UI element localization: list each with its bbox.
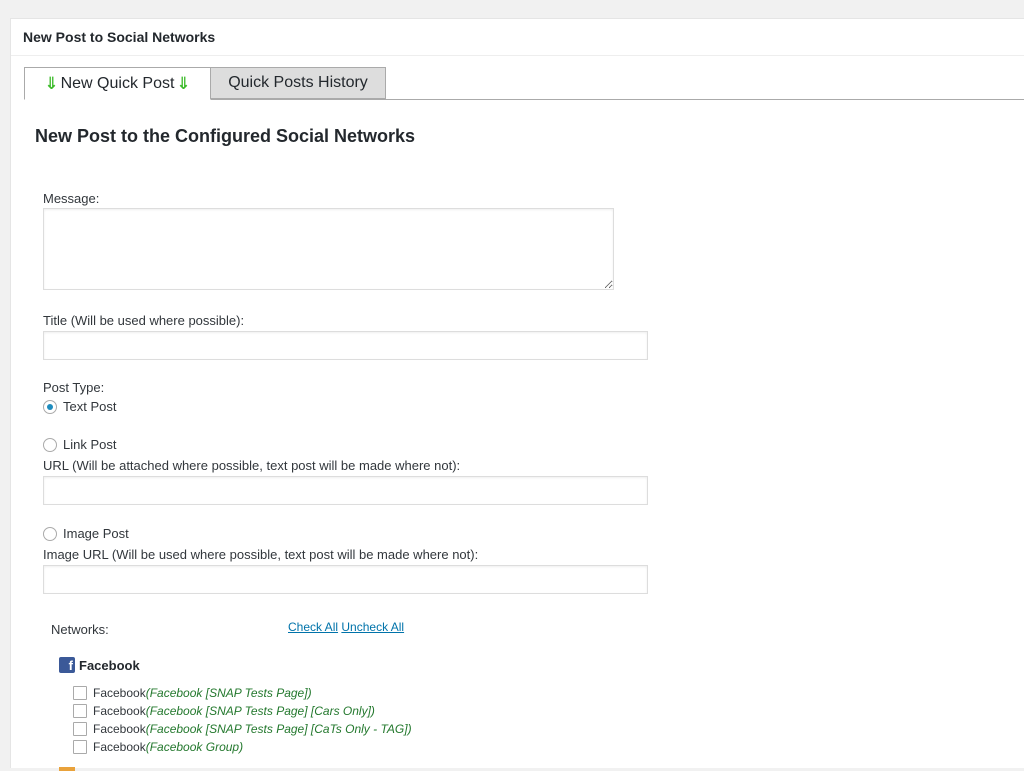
- tab-label: New Quick Post: [60, 74, 175, 92]
- account-detail: (Facebook [SNAP Tests Page] [Cars Only]): [145, 704, 375, 718]
- check-links: Check All Uncheck All: [288, 620, 404, 634]
- networks-label: Networks:: [51, 622, 109, 637]
- quick-post-panel: New Post to Social Networks ⇓ New Quick …: [10, 18, 1024, 771]
- facebook-label: Facebook: [79, 657, 140, 673]
- facebook-account-row[interactable]: Facebook (Facebook [SNAP Tests Page] [Ca…: [73, 722, 412, 736]
- post-type-link-option[interactable]: Link Post: [43, 437, 116, 452]
- image-post-radio[interactable]: [43, 526, 57, 541]
- down-double-arrow-icon: ⇓: [176, 73, 191, 93]
- account-detail: (Facebook [SNAP Tests Page] [CaTs Only -…: [145, 722, 412, 736]
- image-post-label: Image Post: [63, 526, 129, 541]
- tab-label: Quick Posts History: [228, 74, 368, 91]
- post-type-image-option[interactable]: Image Post: [43, 526, 129, 541]
- facebook-icon: f: [59, 657, 75, 673]
- text-post-label: Text Post: [63, 399, 117, 414]
- title-input[interactable]: [43, 331, 648, 360]
- url-input[interactable]: [43, 476, 648, 505]
- account-name: Facebook: [93, 686, 146, 700]
- account-checkbox[interactable]: [73, 722, 87, 736]
- text-post-radio[interactable]: [43, 399, 57, 414]
- account-name: Facebook: [93, 740, 146, 754]
- panel-divider: [11, 55, 1024, 56]
- tab-new-quick-post[interactable]: ⇓ New Quick Post ⇓: [24, 67, 211, 100]
- message-textarea[interactable]: [43, 208, 614, 290]
- account-checkbox[interactable]: [73, 686, 87, 700]
- link-post-label: Link Post: [63, 437, 117, 452]
- link-post-radio[interactable]: [43, 437, 57, 452]
- facebook-account-row[interactable]: Facebook (Facebook [SNAP Tests Page]): [73, 686, 312, 700]
- url-label: URL (Will be attached where possible, te…: [43, 458, 461, 473]
- image-url-label: Image URL (Will be used where possible, …: [43, 547, 479, 562]
- account-checkbox[interactable]: [73, 740, 87, 754]
- form-heading: New Post to the Configured Social Networ…: [35, 126, 416, 146]
- facebook-account-row[interactable]: Facebook (Facebook [SNAP Tests Page] [Ca…: [73, 704, 375, 718]
- post-type-label: Post Type:: [43, 380, 105, 395]
- check-all-link[interactable]: Check All: [288, 620, 338, 634]
- down-double-arrow-icon: ⇓: [44, 73, 59, 93]
- account-name: Facebook: [93, 704, 146, 718]
- account-name: Facebook: [93, 722, 146, 736]
- message-label: Message:: [43, 191, 100, 206]
- tab-quick-posts-history[interactable]: Quick Posts History: [211, 67, 386, 99]
- panel-title: New Post to Social Networks: [23, 29, 216, 45]
- uncheck-all-link[interactable]: Uncheck All: [341, 620, 404, 634]
- account-checkbox[interactable]: [73, 704, 87, 718]
- post-type-text-option[interactable]: Text Post: [43, 399, 116, 414]
- facebook-section-header: f Facebook: [59, 657, 140, 673]
- image-url-input[interactable]: [43, 565, 648, 594]
- account-detail: (Facebook Group): [145, 740, 244, 754]
- facebook-account-row[interactable]: Facebook (Facebook Group): [73, 740, 243, 754]
- title-label: Title (Will be used where possible):: [43, 313, 245, 328]
- account-detail: (Facebook [SNAP Tests Page]): [145, 686, 312, 700]
